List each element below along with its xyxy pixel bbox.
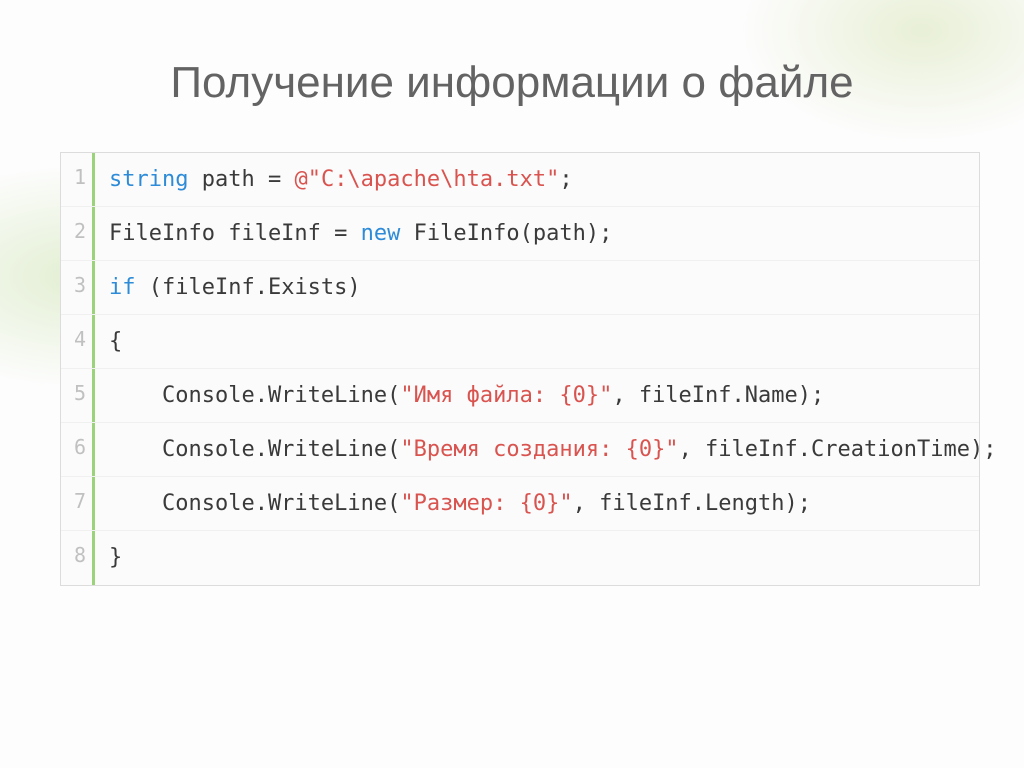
code-content: if (fileInf.Exists) [95,261,371,314]
line-number: 6 [61,423,95,476]
code-token: { [109,331,122,353]
code-line: 2FileInfo fileInf = new FileInfo(path); [61,207,979,261]
code-token: if [109,277,136,299]
code-block: 1string path = @"C:\apache\hta.txt";2Fil… [60,152,980,586]
code-token: , fileInf.Name); [612,385,824,407]
code-line: 1string path = @"C:\apache\hta.txt"; [61,153,979,207]
code-content: { [95,315,132,368]
code-token: , fileInf.CreationTime); [679,439,997,461]
code-token: string [109,169,188,191]
code-token: @"C:\apache\hta.txt" [294,169,559,191]
code-line: 6 Console.WriteLine("Время создания: {0}… [61,423,979,477]
code-token: new [361,223,401,245]
line-number: 8 [61,531,95,585]
code-token: ; [559,169,572,191]
code-token: "Имя файла: {0}" [400,385,612,407]
code-token: FileInfo(path); [400,223,612,245]
code-token: Console.WriteLine( [109,439,400,461]
code-line: 7 Console.WriteLine("Размер: {0}", fileI… [61,477,979,531]
code-line: 3if (fileInf.Exists) [61,261,979,315]
code-token: Console.WriteLine( [109,385,400,407]
code-token: FileInfo fileInf = [109,223,361,245]
code-line: 5 Console.WriteLine("Имя файла: {0}", fi… [61,369,979,423]
line-number: 3 [61,261,95,314]
code-token: Console.WriteLine( [109,493,400,515]
code-token: } [109,547,122,569]
code-token: "Время создания: {0}" [400,439,678,461]
slide-title: Получение информации о файле [60,58,964,108]
line-number: 4 [61,315,95,368]
code-content: FileInfo fileInf = new FileInfo(path); [95,207,622,260]
line-number: 1 [61,153,95,206]
code-token: "Размер: {0}" [400,493,572,515]
code-content: Console.WriteLine("Время создания: {0}",… [95,423,1006,476]
code-line: 4{ [61,315,979,369]
code-content: } [95,531,132,585]
line-number: 2 [61,207,95,260]
code-content: string path = @"C:\apache\hta.txt"; [95,153,583,206]
code-content: Console.WriteLine("Размер: {0}", fileInf… [95,477,821,530]
line-number: 7 [61,477,95,530]
code-token: (fileInf.Exists) [136,277,361,299]
code-token: , fileInf.Length); [573,493,811,515]
line-number: 5 [61,369,95,422]
code-line: 8} [61,531,979,585]
code-content: Console.WriteLine("Имя файла: {0}", file… [95,369,834,422]
slide-container: Получение информации о файле 1string pat… [0,0,1024,768]
code-token: path = [188,169,294,191]
